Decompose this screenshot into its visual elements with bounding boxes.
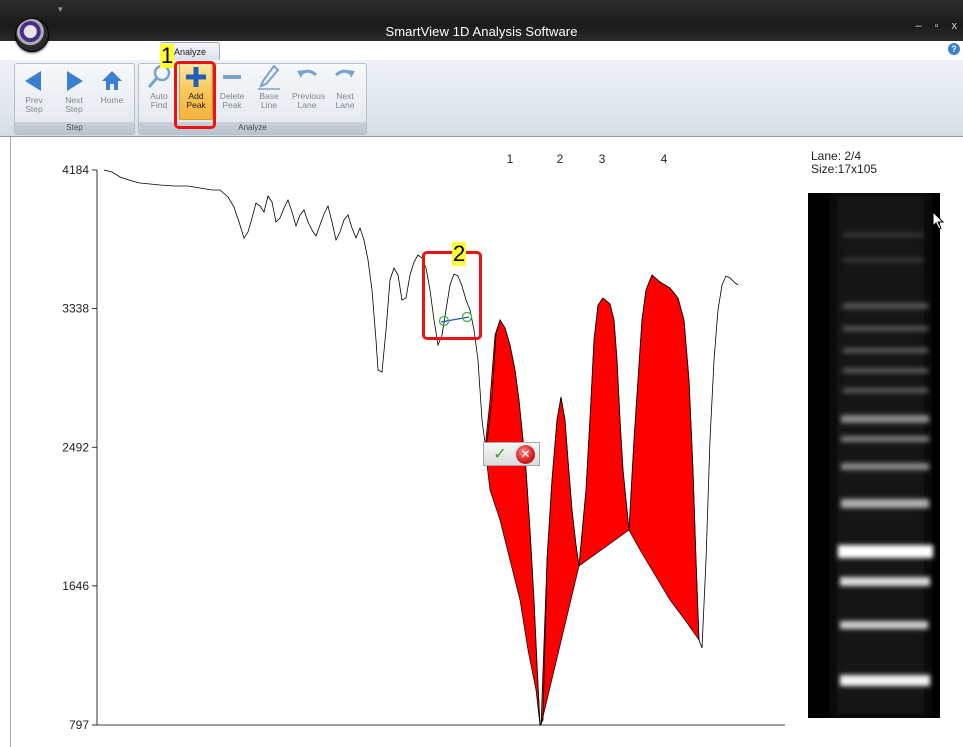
cancel-peak-button[interactable]: ✕	[516, 445, 535, 464]
gel-bands	[833, 193, 933, 718]
y-tick-label: 1646	[62, 579, 89, 593]
y-tick-label: 2492	[62, 440, 89, 454]
cancel-x-icon: ✕	[520, 447, 531, 461]
step-marker-2: 2	[452, 241, 467, 266]
y-tick-label: 797	[69, 718, 89, 732]
peak-label-1: 1	[507, 152, 514, 166]
peak-label-3: 3	[599, 152, 606, 166]
gel-lane-image	[808, 193, 940, 718]
lane-size: Size:17x105	[811, 162, 878, 176]
app-menu-orb[interactable]	[15, 18, 49, 52]
peak-label-2: 2	[557, 152, 564, 166]
confirm-peak-button[interactable]: ✓	[490, 445, 510, 464]
lane-info: Lane: 2/4 Size:17x105	[811, 150, 877, 176]
mouse-cursor-icon	[932, 211, 945, 230]
peak-area-3[interactable]	[578, 297, 630, 567]
checkmark-icon: ✓	[493, 446, 507, 463]
peak-label-4: 4	[661, 152, 668, 166]
peak-labels: 1 2 3 4	[507, 152, 668, 166]
peak-confirm-toolbar: ✓ ✕	[483, 442, 540, 466]
peak-area-4[interactable]	[628, 274, 700, 642]
y-tick-label: 3338	[62, 302, 89, 316]
y-tick-label: 4184	[62, 163, 89, 177]
